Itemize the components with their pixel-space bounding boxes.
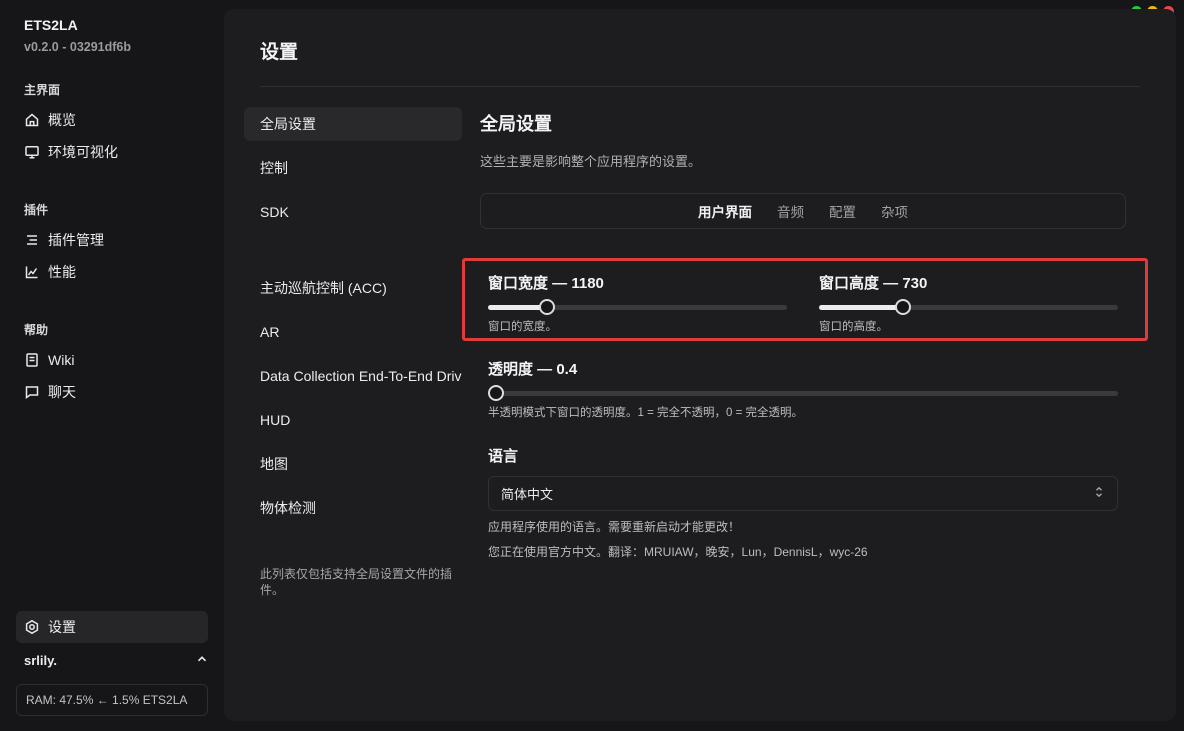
main-panel: 设置 全局设置 控制 SDK 主动巡航控制 (ACC) AR Data Coll… [224,9,1176,721]
slider-thumb[interactable] [895,299,912,315]
sidebar-item-visualization[interactable]: 环境可视化 [16,137,208,167]
group-title-help: 帮助 [24,323,49,337]
language-label: 语言 [488,448,519,465]
sidebar-item-plugin-manager[interactable]: 插件管理 [16,225,208,255]
list-icon [24,232,40,248]
category-data-collection[interactable]: Data Collection End-To-End Driving [244,359,462,393]
slider-thumb[interactable] [538,299,555,315]
gear-icon [24,619,40,635]
sidebar-item-label: 概览 [48,112,76,128]
monitor-icon [24,144,40,160]
category-control[interactable]: 控制 [244,151,462,185]
sidebar-item-label: Wiki [48,352,75,368]
user-menu[interactable]: srlily. [24,651,208,669]
tab-misc[interactable]: 杂项 [881,201,908,221]
divider [260,86,1140,87]
window-width-slider[interactable] [488,299,787,315]
group-title-plugins: 插件 [24,203,49,217]
ram-usage: RAM: 47.5% ← 1.5% ETS2LA [16,684,208,716]
window-width-setting: 窗口宽度 — 1180 窗口的宽度。 [488,272,787,334]
page-title: 设置 [260,42,299,63]
app-name: ETS2LA [24,17,78,33]
book-icon [24,352,40,368]
slider-thumb[interactable] [488,385,504,401]
category-map[interactable]: 地图 [244,447,462,481]
sidebar-item-label: 插件管理 [48,232,104,248]
category-global-settings[interactable]: 全局设置 [244,107,462,141]
chevron-up-icon [196,653,208,668]
sidebar-item-label: 性能 [48,264,76,280]
transparency-label: 透明度 — 0.4 [488,361,578,378]
window-width-label: 窗口宽度 — 1180 [488,275,604,292]
sidebar-item-chat[interactable]: 聊天 [16,377,208,407]
tab-ui[interactable]: 用户界面 [698,201,752,221]
sidebar-item-overview[interactable]: 概览 [16,105,208,135]
category-acc[interactable]: 主动巡航控制 (ACC) [244,271,462,305]
chat-icon [24,384,40,400]
sidebar-item-settings[interactable]: 设置 [16,611,208,643]
tab-audio[interactable]: 音频 [777,201,804,221]
category-ar[interactable]: AR [244,315,462,349]
window-height-setting: 窗口高度 — 730 窗口的高度。 [819,272,1118,334]
window-height-slider[interactable] [819,299,1118,315]
sidebar-item-performance[interactable]: 性能 [16,257,208,287]
group-title-main: 主界面 [24,83,61,97]
section-description: 这些主要是影响整个应用程序的设置。 [480,154,702,169]
home-icon [24,112,40,128]
settings-tabs: 用户界面 音频 配置 杂项 [480,193,1126,229]
chevron-up-down-icon [1093,485,1105,502]
sidebar-item-label: 设置 [48,619,76,635]
sidebar-item-label: 环境可视化 [48,144,118,160]
language-help: 应用程序使用的语言。需要重新启动才能更改！ [488,520,741,534]
sidebar-item-wiki[interactable]: Wiki [16,345,208,375]
translators-note: 您正在使用官方中文。翻译：MRUIAW，晚安，Lun，DennisL，wyc-2… [488,545,868,559]
categories-note: 此列表仅包括支持全局设置文件的插件。 [260,567,453,597]
window-width-help: 窗口的宽度。 [488,321,557,333]
language-select[interactable]: 简体中文 [488,476,1118,511]
category-hud[interactable]: HUD [244,403,462,437]
category-object-detection[interactable]: 物体检测 [244,491,462,525]
sidebar: ETS2LA v0.2.0 - 03291df6b 主界面 概览 环境可视化 插… [0,0,224,731]
username: srlily. [24,652,58,668]
section-title: 全局设置 [480,114,552,134]
language-value: 简体中文 [501,487,554,502]
chart-icon [24,264,40,280]
sidebar-item-label: 聊天 [48,384,76,400]
transparency-setting: 透明度 — 0.4 半透明模式下窗口的透明度。1 = 完全不透明，0 = 完全透… [488,358,1118,420]
tab-config[interactable]: 配置 [829,201,856,221]
app-version: v0.2.0 - 03291df6b [24,40,132,54]
transparency-help: 半透明模式下窗口的透明度。1 = 完全不透明，0 = 完全透明。 [488,407,804,419]
category-sdk[interactable]: SDK [244,195,462,229]
transparency-slider[interactable] [488,385,1118,401]
window-height-label: 窗口高度 — 730 [819,275,928,292]
window-height-help: 窗口的高度。 [819,321,888,333]
